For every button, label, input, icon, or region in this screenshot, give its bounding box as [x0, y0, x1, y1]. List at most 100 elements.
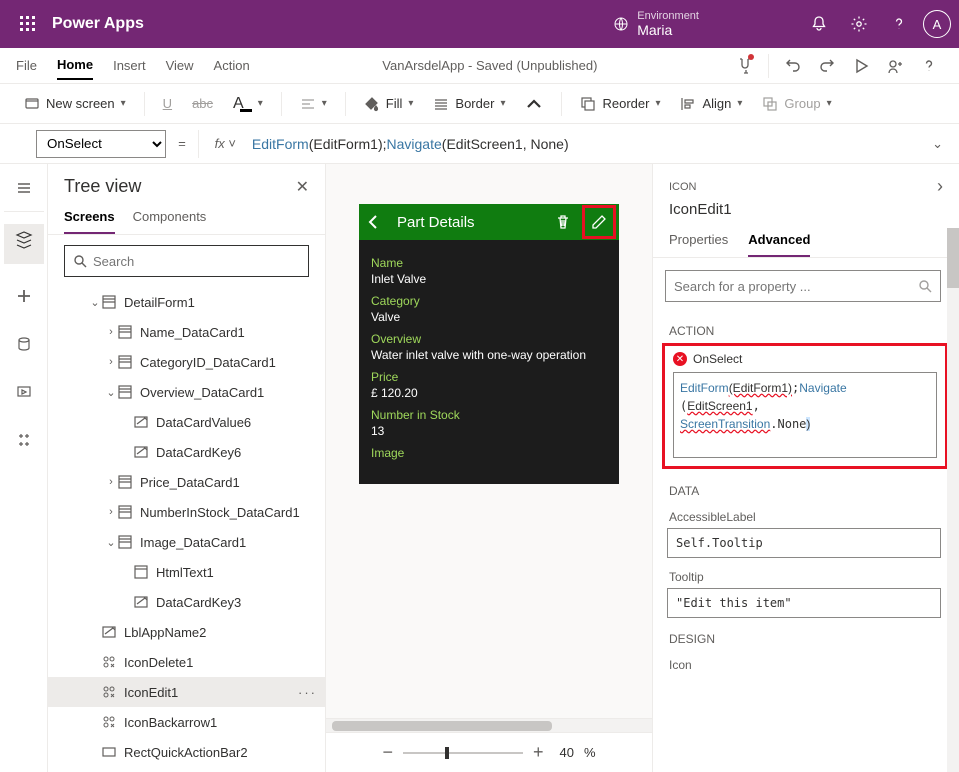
menu-insert[interactable]: Insert	[113, 52, 146, 79]
redo-icon[interactable]	[813, 52, 841, 80]
close-icon[interactable]: ✕	[296, 177, 309, 197]
tree-item-label: DetailForm1	[124, 295, 195, 310]
menu-file[interactable]: File	[16, 52, 37, 79]
help-icon[interactable]	[879, 4, 919, 44]
tree-tab-components[interactable]: Components	[133, 201, 207, 234]
help-icon-menubar[interactable]	[915, 52, 943, 80]
tree-item-DataCardValue6[interactable]: DataCardValue6	[48, 407, 325, 437]
zoom-in-button[interactable]: +	[533, 742, 544, 763]
formula-input[interactable]: EditForm(EditForm1);Navigate(EditScreen1…	[252, 130, 924, 158]
zoom-out-button[interactable]: −	[382, 742, 393, 763]
accessiblelabel-input[interactable]: Self.Tooltip	[667, 528, 941, 558]
canvas-scrollbar-h[interactable]	[326, 718, 652, 732]
onselect-formula-input[interactable]: EditForm(EditForm1);Navigate(EditScreen1…	[673, 372, 937, 458]
delete-icon[interactable]	[549, 208, 577, 236]
tooltip-input[interactable]: "Edit this item"	[667, 588, 941, 618]
play-icon[interactable]	[847, 52, 875, 80]
tree-view-icon[interactable]	[4, 224, 44, 264]
tree-item-DataCardKey6[interactable]: DataCardKey6	[48, 437, 325, 467]
tree-item-icon	[102, 625, 120, 639]
undo-icon[interactable]	[779, 52, 807, 80]
tree-item-Overview_DataCard1[interactable]: ⌄ Overview_DataCard1	[48, 377, 325, 407]
tree-expander[interactable]: ›	[104, 356, 118, 368]
tree-item-NumberInStock_DataCard1[interactable]: ›NumberInStock_DataCard1	[48, 497, 325, 527]
tree-item-label: Overview_DataCard1	[140, 385, 264, 400]
chevron-down-icon: ▾	[121, 98, 126, 109]
new-screen-button[interactable]: New screen ▾	[16, 92, 134, 116]
reorder-button[interactable]: Reorder▾	[572, 92, 668, 116]
tree-item-IconDelete1[interactable]: IconDelete1	[48, 647, 325, 677]
env-value: Maria	[637, 22, 699, 38]
border-button[interactable]: Border▾	[425, 92, 513, 116]
tab-advanced[interactable]: Advanced	[748, 224, 810, 257]
properties-scrollbar[interactable]	[947, 228, 959, 772]
tree-item-IconEdit1[interactable]: IconEdit1···	[48, 677, 325, 707]
tree-expander[interactable]: ⌄	[104, 536, 118, 549]
fill-label: Fill	[386, 96, 403, 111]
more-icon[interactable]: ···	[298, 685, 317, 700]
tree-item-DataCardKey3[interactable]: DataCardKey3	[48, 587, 325, 617]
tree-item-LblAppName2[interactable]: LblAppName2	[48, 617, 325, 647]
tree-view-panel: Tree view ✕ Screens Components ⌄DetailFo…	[48, 164, 326, 772]
tree-item-Price_DataCard1[interactable]: ›Price_DataCard1	[48, 467, 325, 497]
hamburger-icon[interactable]	[4, 172, 44, 212]
waffle-icon[interactable]	[8, 4, 48, 44]
tree-item-CategoryID_DataCard1[interactable]: ›CategoryID_DataCard1	[48, 347, 325, 377]
strikethrough-button[interactable]: abc	[184, 92, 221, 115]
tree-search-input[interactable]	[93, 254, 300, 269]
media-icon[interactable]	[4, 372, 44, 412]
tree-item-icon	[102, 295, 120, 309]
tree-expander[interactable]: ›	[104, 506, 118, 518]
advanced-tools-icon[interactable]	[4, 420, 44, 460]
align-button[interactable]: Align▾	[672, 92, 750, 116]
app-checker-icon[interactable]	[730, 52, 758, 80]
group-button[interactable]: Group▾	[754, 92, 839, 116]
property-search[interactable]	[665, 270, 941, 302]
tree-item-DetailForm1[interactable]: ⌄ DetailForm1	[48, 287, 325, 317]
environment-picker[interactable]: Environment Maria	[613, 10, 699, 38]
data-icon[interactable]	[4, 324, 44, 364]
underline-button[interactable]: U	[155, 92, 180, 115]
tree-item-HtmlText1[interactable]: HtmlText1	[48, 557, 325, 587]
tree-item-Image_DataCard1[interactable]: ⌄Image_DataCard1	[48, 527, 325, 557]
property-search-input[interactable]	[674, 279, 918, 294]
tree-expander[interactable]: ⌄	[88, 296, 102, 309]
tree-item-Name_DataCard1[interactable]: ›Name_DataCard1	[48, 317, 325, 347]
zoom-slider[interactable]	[403, 752, 523, 754]
format-painter-button[interactable]	[517, 93, 551, 115]
tree-item-icon	[102, 715, 120, 729]
menu-home[interactable]: Home	[57, 51, 93, 80]
preview-field-label: Image	[371, 446, 607, 460]
app-name: Power Apps	[52, 15, 144, 33]
preview-field-value: 13	[371, 424, 607, 438]
tab-properties[interactable]: Properties	[669, 224, 728, 257]
preview-field-value: Water inlet valve with one-way operation	[371, 348, 607, 362]
tree-expander[interactable]: ⌄	[104, 386, 118, 399]
settings-icon[interactable]	[839, 4, 879, 44]
tree-expander[interactable]: ›	[104, 476, 118, 488]
user-avatar[interactable]: A	[923, 10, 951, 38]
tree-search[interactable]	[64, 245, 309, 277]
canvas-area: Part Details NameInlet ValveCategoryValv…	[326, 164, 652, 772]
menu-view[interactable]: View	[166, 52, 194, 79]
edit-icon[interactable]	[585, 208, 613, 236]
menu-action[interactable]: Action	[214, 52, 250, 79]
tree-item-IconBackarrow1[interactable]: IconBackarrow1	[48, 707, 325, 737]
notifications-icon[interactable]	[799, 4, 839, 44]
tree-tab-screens[interactable]: Screens	[64, 201, 115, 234]
back-icon[interactable]	[365, 213, 389, 231]
preview-field-value: Inlet Valve	[371, 272, 607, 286]
property-selector[interactable]: OnSelect	[36, 130, 166, 158]
formula-expand-icon[interactable]: ⌄	[932, 136, 943, 152]
fill-button[interactable]: Fill▾	[356, 92, 422, 116]
fx-label: fx ˅	[215, 136, 236, 151]
align-text-button[interactable]: ▾	[292, 92, 335, 116]
share-icon[interactable]	[881, 52, 909, 80]
tree-expander[interactable]: ›	[104, 326, 118, 338]
chevron-right-icon[interactable]: ›	[937, 176, 943, 197]
tree-item-label: RectQuickActionBar2	[124, 745, 248, 760]
insert-icon[interactable]	[4, 276, 44, 316]
font-color-button[interactable]: A▾	[225, 91, 271, 117]
tree-item-RectQuickActionBar2[interactable]: RectQuickActionBar2	[48, 737, 325, 767]
tree-item-icon	[118, 505, 136, 519]
